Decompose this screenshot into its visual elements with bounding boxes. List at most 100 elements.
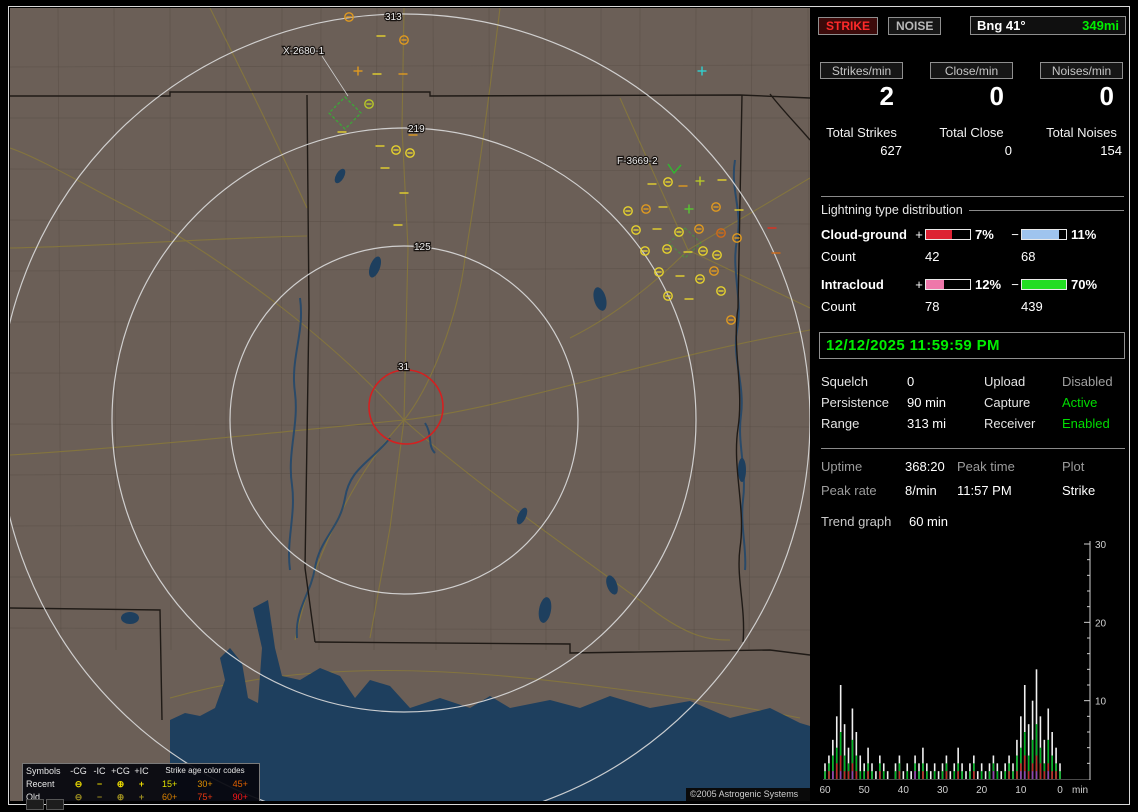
copyright-text: ©2005 Astrogenic Systems: [686, 788, 810, 801]
datetime-box: 12/12/2025 11:59:59 PM: [819, 332, 1125, 359]
cg-plus-pct: 7%: [975, 226, 994, 242]
plot-label: Plot: [1062, 459, 1085, 474]
range-label: Range: [821, 416, 860, 431]
legend-age-title: Strike age color codes: [165, 765, 245, 775]
receiver-status: Enabled: [1062, 416, 1110, 431]
total-close-label: Total Close: [939, 125, 1004, 140]
total-close-value: 0: [1004, 143, 1012, 158]
lightning-map[interactable]: 313 219 125 31 X-2680-1 F-3669-2 Symbols…: [10, 8, 810, 801]
trend-graph-window: 60 min: [908, 514, 948, 529]
map-canvas[interactable]: 313 219 125 31 X-2680-1 F-3669-2: [10, 8, 810, 801]
window-chip[interactable]: [26, 799, 44, 810]
age-code-75: 75+: [197, 791, 213, 802]
peak-rate-value: 8/min: [905, 483, 937, 498]
ic-plus-pct: 12%: [975, 276, 1002, 292]
upload-label: Upload: [984, 374, 1026, 389]
svg-text:10: 10: [1095, 697, 1107, 708]
legend-recent-label: Recent: [26, 778, 55, 789]
cg-minus-count: 68: [1021, 249, 1036, 264]
close-per-min-value: 0: [989, 81, 1004, 111]
svg-text:min: min: [1072, 785, 1088, 796]
strikes-per-min-label: Strikes/min: [820, 62, 903, 79]
trend-graph: 10 20 30 60 50 40 30 20 10 0 min: [819, 533, 1125, 799]
plus-sign: +: [915, 276, 923, 292]
ic-minus-count: 439: [1021, 299, 1043, 314]
map-legend: Symbols -CG -IC +CG +IC Strike age color…: [22, 763, 260, 801]
uptime-label: Uptime: [821, 459, 863, 474]
peak-time-value: 11:57 PM: [957, 483, 1012, 498]
datetime-value: 12/12/2025 11:59:59 PM: [826, 337, 1000, 354]
cloud-ground-row: Cloud-ground + 7% − 11%: [821, 226, 1124, 242]
app-root: 313 219 125 31 X-2680-1 F-3669-2 Symbols…: [0, 0, 1138, 812]
legend-col--cg: -CG: [70, 765, 87, 776]
svg-text:30: 30: [1095, 540, 1107, 551]
squelch-label: Squelch: [821, 374, 868, 389]
minus-sign: −: [1011, 226, 1019, 242]
peak-rate-label: Peak rate: [821, 483, 877, 498]
circled-minus-icon: ⊖: [74, 778, 83, 789]
strikes-column: Strikes/min 2 Total Strikes 627: [820, 62, 903, 158]
cg-count-row: Count 42 68: [821, 249, 1124, 264]
upload-status: Disabled: [1062, 374, 1113, 389]
distribution-title: Lightning type distribution: [821, 203, 963, 217]
intracloud-row: Intracloud + 12% − 70%: [821, 276, 1124, 292]
total-strikes-value: 627: [880, 143, 902, 158]
plot-value: Strike: [1062, 483, 1096, 498]
legend-col-+cg: +CG: [111, 765, 130, 776]
divider: [968, 209, 1124, 211]
ring-label-31: 31: [398, 362, 410, 373]
cloud-ground-label: Cloud-ground: [821, 226, 907, 242]
rate-counters: Strikes/min 2 Total Strikes 627 Close/mi…: [820, 62, 1126, 158]
noises-per-min-label: Noises/min: [1040, 62, 1123, 79]
total-noises-label: Total Noises: [1046, 125, 1117, 140]
legend-col--ic: -IC: [93, 765, 106, 776]
svg-text:20: 20: [976, 785, 988, 796]
minus-icon: −: [96, 791, 103, 802]
bearing-display: Bng 41° 349mi: [970, 16, 1126, 35]
legend-col-+ic: +IC: [134, 765, 149, 776]
strikes-per-min-value: 2: [879, 81, 894, 111]
bearing-distance: 349mi: [1082, 18, 1119, 33]
divider: [821, 448, 1125, 449]
panel-topbar: STRIKE NOISE Bng 41° 349mi: [818, 16, 1126, 35]
status-table: Squelch 0 Upload Disabled Persistence 90…: [821, 374, 1125, 431]
cg-minus-bar: [1021, 228, 1067, 240]
ic-minus-pct: 70%: [1071, 276, 1098, 292]
ic-minus-bar: [1021, 278, 1067, 290]
close-per-min-label: Close/min: [930, 62, 1013, 79]
strike-button[interactable]: STRIKE: [818, 16, 879, 35]
legend-symbols-title: Symbols: [26, 765, 61, 776]
capture-label: Capture: [984, 395, 1031, 410]
persistence-label: Persistence: [821, 395, 889, 410]
minus-sign: −: [1011, 276, 1019, 292]
ic-plus-bar: [925, 278, 971, 290]
window-chip[interactable]: [46, 799, 64, 810]
minus-icon: −: [96, 778, 103, 789]
circled-plus-icon: ⊕: [116, 791, 125, 802]
plus-icon: +: [138, 778, 145, 789]
ring-label-219: 219: [408, 124, 425, 135]
side-panel: STRIKE NOISE Bng 41° 349mi Strikes/min 2…: [817, 7, 1129, 802]
svg-text:60: 60: [819, 785, 831, 796]
cell-label: X-2680-1: [283, 46, 325, 57]
app-window: 313 219 125 31 X-2680-1 F-3669-2 Symbols…: [8, 6, 1130, 805]
lightning-distribution: Lightning type distribution Cloud-ground…: [821, 196, 1124, 314]
squelch-value: 0: [907, 374, 915, 389]
noises-column: Noises/min 0 Total Noises 154: [1040, 62, 1123, 158]
age-code-60: 60+: [162, 791, 178, 802]
capture-status: Active: [1062, 395, 1098, 410]
age-code-15: 15+: [162, 778, 178, 789]
ic-plus-count: 78: [925, 299, 940, 314]
cg-plus-bar: [925, 228, 971, 240]
noise-button[interactable]: NOISE: [888, 16, 942, 35]
ring-label-125: 125: [414, 242, 431, 253]
peak-time-label: Peak time: [957, 459, 1015, 474]
total-noises-value: 154: [1100, 143, 1122, 158]
svg-text:30: 30: [937, 785, 949, 796]
svg-text:50: 50: [859, 785, 871, 796]
divider: [821, 196, 1124, 197]
count-label: Count: [821, 299, 856, 314]
cell-label: F-3669-2: [617, 156, 658, 167]
uptime-value: 368:20: [905, 459, 945, 474]
ring-label-313: 313: [385, 12, 402, 23]
